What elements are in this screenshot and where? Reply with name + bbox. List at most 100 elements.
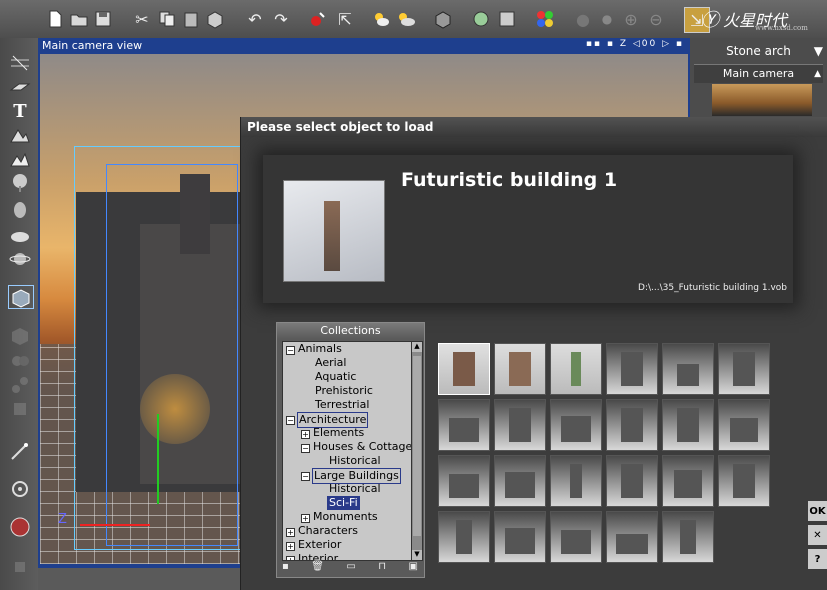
camera-thumbnail[interactable]	[712, 84, 812, 116]
sun-cloud-icon[interactable]	[370, 8, 392, 30]
thumbnail-item[interactable]	[718, 343, 770, 395]
thumbnail-item[interactable]	[494, 343, 546, 395]
thumbnail-item[interactable]	[494, 399, 546, 451]
grid-tool-icon[interactable]	[8, 52, 32, 74]
open-folder-icon[interactable]	[68, 8, 90, 30]
object-disabled-icon[interactable]	[8, 398, 32, 420]
thumbnail-item[interactable]	[550, 455, 602, 507]
tree-icon[interactable]	[8, 172, 32, 194]
plane-tool-icon[interactable]	[8, 76, 32, 98]
text-tool-icon[interactable]: T	[8, 100, 32, 122]
collapse-icon[interactable]: −	[301, 472, 310, 481]
cube-disabled-icon[interactable]	[8, 324, 32, 346]
collapse-icon[interactable]: −	[301, 444, 310, 453]
gray-dot-icon[interactable]: ●	[572, 8, 594, 30]
thumbnail-item[interactable]	[438, 399, 490, 451]
tree-item-monuments[interactable]: Monuments	[313, 510, 378, 524]
tree-item-exterior[interactable]: Exterior	[298, 538, 341, 552]
delete-collection-icon[interactable]: 🗑	[311, 561, 324, 575]
planet-icon[interactable]	[8, 248, 32, 270]
thumbnail-item[interactable]	[606, 511, 658, 563]
expand-icon[interactable]: +	[301, 430, 310, 439]
scroll-up-arrow-icon[interactable]: ▲	[412, 342, 422, 352]
color-icon[interactable]	[534, 8, 556, 30]
copy-icon[interactable]	[156, 8, 178, 30]
viewport-controls[interactable]: ▪▪ ▪ Z ◁00 ▷ ▪	[586, 39, 684, 49]
thumbnail-item[interactable]	[494, 455, 546, 507]
dropdown-arrow-icon[interactable]: ▼	[814, 42, 823, 60]
thumbnail-item[interactable]	[662, 455, 714, 507]
ok-button[interactable]: OK	[808, 501, 827, 521]
thumbnail-item[interactable]	[606, 343, 658, 395]
scroll-down-arrow-icon[interactable]: ▼	[412, 550, 422, 560]
thumbnail-item[interactable]	[438, 511, 490, 563]
tree-item-sci-fi[interactable]: Sci-Fi	[327, 496, 360, 510]
tree-scrollbar[interactable]: ▲ ▼	[411, 341, 423, 561]
thumbnail-item[interactable]	[438, 343, 490, 395]
spheres-disabled-icon[interactable]	[8, 350, 32, 372]
thumbnail-item[interactable]	[494, 511, 546, 563]
new-collection-icon[interactable]: ▪	[282, 561, 289, 575]
circle-icon[interactable]: ●	[596, 8, 618, 30]
thumbnail-item[interactable]	[550, 399, 602, 451]
cube-help-icon[interactable]	[432, 8, 454, 30]
lock-icon[interactable]: ⊓	[378, 561, 386, 575]
thumbnail-item[interactable]	[662, 399, 714, 451]
collapse-icon[interactable]: −	[286, 346, 295, 355]
cloud-tool-icon[interactable]	[8, 224, 32, 246]
wand-icon[interactable]	[8, 440, 32, 462]
new-file-icon[interactable]	[44, 8, 66, 30]
mountain-icon[interactable]	[8, 148, 32, 170]
thumbnail-item[interactable]	[718, 399, 770, 451]
scroll-up-icon[interactable]: ▲	[814, 65, 821, 83]
undo-icon[interactable]: ↶	[244, 8, 266, 30]
expand-icon[interactable]: +	[286, 542, 295, 551]
stone-arch-selector[interactable]: Stone arch ▼	[690, 42, 827, 60]
minus-icon[interactable]: ⊖	[645, 8, 667, 30]
cancel-button[interactable]: ✕	[808, 525, 827, 545]
thumbnail-item[interactable]	[718, 455, 770, 507]
expand-icon[interactable]: +	[301, 514, 310, 523]
tree-item-interior[interactable]: Interior	[298, 552, 338, 560]
thumbnail-item[interactable]	[550, 343, 602, 395]
pointer-icon[interactable]: ⇱	[334, 8, 356, 30]
tree-item-elements[interactable]: Elements	[313, 426, 364, 440]
tree-item-aquatic[interactable]: Aquatic	[315, 370, 356, 384]
terrain-icon[interactable]	[8, 124, 32, 146]
scroll-thumb[interactable]	[413, 356, 421, 536]
browse-folder-icon[interactable]: ▭	[346, 561, 355, 575]
paste-icon[interactable]	[180, 8, 202, 30]
tree-item-historical-2[interactable]: Historical	[329, 482, 381, 496]
save-icon[interactable]	[92, 8, 114, 30]
tree-item-historical[interactable]: Historical	[329, 454, 381, 468]
render-icon[interactable]	[307, 8, 329, 30]
redo-icon[interactable]: ↷	[270, 8, 292, 30]
tree-item-aerial[interactable]: Aerial	[315, 356, 346, 370]
collapse-icon[interactable]: −	[286, 416, 295, 425]
tree-item-animals[interactable]: Animals	[298, 342, 342, 356]
rock-icon[interactable]	[8, 198, 32, 220]
cut-icon[interactable]: ✂	[131, 8, 153, 30]
thumbnail-item[interactable]	[606, 455, 658, 507]
thumbnail-item[interactable]	[662, 343, 714, 395]
help-button[interactable]: ?	[808, 549, 827, 569]
collections-tree[interactable]: − Animals Aerial Aquatic Prehistoric Ter…	[282, 341, 412, 561]
tree-item-houses-cottages[interactable]: Houses & Cottages	[313, 440, 411, 454]
tree-item-terrestrial[interactable]: Terrestrial	[315, 398, 369, 412]
thumbnail-item[interactable]	[438, 455, 490, 507]
thumbnail-item[interactable]	[606, 399, 658, 451]
tree-item-prehistoric[interactable]: Prehistoric	[315, 384, 373, 398]
plus-icon[interactable]: ⊕	[620, 8, 642, 30]
rotate-icon[interactable]	[8, 478, 32, 500]
save-collection-icon[interactable]: ▣	[409, 561, 418, 575]
bottom-tool-icon[interactable]	[8, 554, 32, 576]
record-icon[interactable]	[8, 516, 32, 538]
load-object-icon[interactable]	[8, 285, 34, 309]
box-icon[interactable]	[204, 8, 226, 30]
main-camera-selector[interactable]: Main camera ▲	[694, 64, 823, 83]
expand-icon[interactable]: +	[286, 528, 295, 537]
cloud-icon[interactable]	[395, 8, 417, 30]
thumbnail-item[interactable]	[662, 511, 714, 563]
select-icon[interactable]	[496, 8, 518, 30]
chain-disabled-icon[interactable]	[8, 374, 32, 396]
